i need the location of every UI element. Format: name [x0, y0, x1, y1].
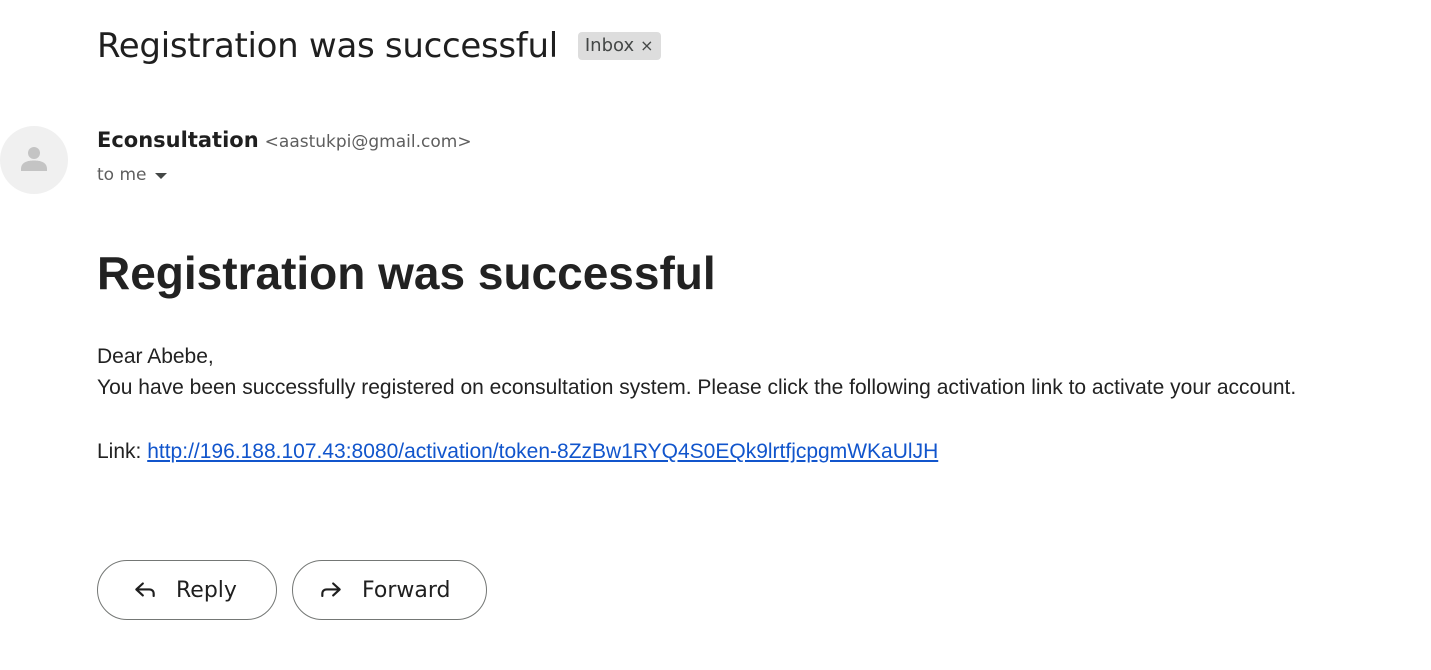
inbox-label-chip[interactable]: Inbox × — [577, 32, 661, 60]
email-body-text: Dear Abebe, You have been successfully r… — [97, 341, 1296, 403]
activation-link[interactable]: http://196.188.107.43:8080/activation/to… — [147, 440, 938, 463]
caret-down-icon[interactable] — [154, 173, 167, 179]
link-label: Link: — [97, 440, 148, 463]
forward-arrow-icon — [321, 582, 341, 598]
sender-email: <aastukpi@gmail.com> — [264, 132, 472, 152]
recipient-text: to me — [97, 165, 147, 185]
sender-avatar[interactable] — [0, 126, 68, 194]
activation-link-row: Link: http://196.188.107.43:8080/activat… — [97, 440, 938, 464]
sender-row: Econsultation <aastukpi@gmail.com> — [97, 128, 472, 152]
person-icon — [21, 147, 47, 171]
message-actions: Reply Forward — [97, 560, 487, 620]
reply-arrow-icon — [135, 582, 155, 598]
sender-name[interactable]: Econsultation — [97, 128, 259, 152]
remove-label-icon[interactable]: × — [640, 37, 653, 54]
inbox-label-text: Inbox — [584, 35, 635, 56]
forward-label: Forward — [362, 577, 451, 603]
greeting-text: Dear Abebe, — [97, 345, 214, 368]
reply-label: Reply — [176, 577, 237, 603]
email-subject-row: Registration was successful Inbox × — [97, 26, 661, 66]
email-subject: Registration was successful — [97, 26, 558, 66]
recipient-details-toggle[interactable]: to me — [97, 165, 167, 185]
body-heading: Registration was successful — [97, 247, 716, 299]
message-text: You have been successfully registered on… — [97, 376, 1297, 399]
reply-button[interactable]: Reply — [97, 560, 277, 620]
forward-button[interactable]: Forward — [292, 560, 487, 620]
